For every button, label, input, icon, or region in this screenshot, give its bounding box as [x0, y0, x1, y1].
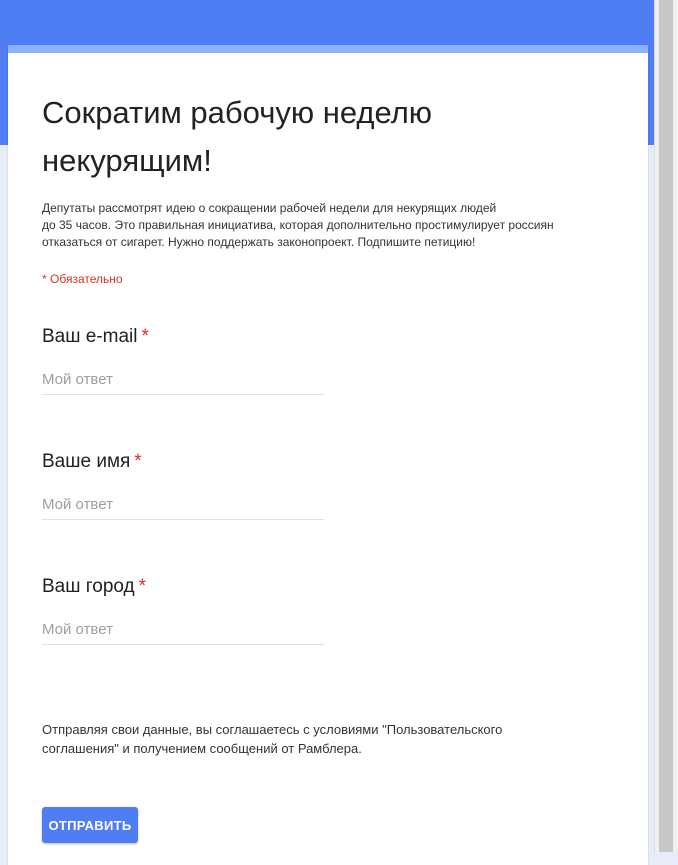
description-line: отказаться от сигарет. Нужно поддержать …: [42, 235, 476, 249]
scrollbar-thumb[interactable]: [659, 0, 673, 852]
question-label: Ваше имя *: [42, 450, 332, 474]
question-label-text: Ваш город: [42, 576, 135, 597]
required-note: * Обязательно: [42, 272, 123, 286]
question-email: Ваш e-mail *: [42, 325, 332, 395]
city-input[interactable]: [42, 621, 324, 645]
question-label-text: Ваш e-mail: [42, 326, 138, 347]
required-asterisk: *: [141, 326, 149, 347]
form-card: Сократим рабочую неделю некурящим! Депут…: [8, 45, 648, 865]
consent-text: Отправляя свои данные, вы соглашаетесь с…: [42, 720, 602, 758]
name-input[interactable]: [42, 496, 324, 520]
question-city: Ваш город *: [42, 575, 332, 645]
consent-line: соглашения" и получением сообщений от Ра…: [42, 741, 362, 756]
question-name: Ваше имя *: [42, 450, 332, 520]
email-input[interactable]: [42, 371, 324, 395]
question-label: Ваш город *: [42, 575, 332, 599]
form-description: Депутаты рассмотрят идею о сокращении ра…: [42, 200, 622, 251]
question-label-text: Ваше имя: [42, 451, 131, 472]
consent-line: Отправляя свои данные, вы соглашаетесь с…: [42, 722, 503, 737]
required-asterisk: *: [138, 576, 147, 597]
description-line: до 35 часов. Это правильная инициатива, …: [42, 218, 554, 232]
scrollbar[interactable]: [654, 0, 678, 852]
question-label: Ваш e-mail *: [42, 325, 332, 349]
required-asterisk: *: [134, 451, 142, 472]
form-card-accent: [8, 45, 648, 53]
form-title: Сократим рабочую неделю некурящим!: [42, 95, 433, 178]
submit-button[interactable]: ОТПРАВИТЬ: [42, 807, 138, 843]
description-line: Депутаты рассмотрят идею о сокращении ра…: [42, 201, 497, 215]
